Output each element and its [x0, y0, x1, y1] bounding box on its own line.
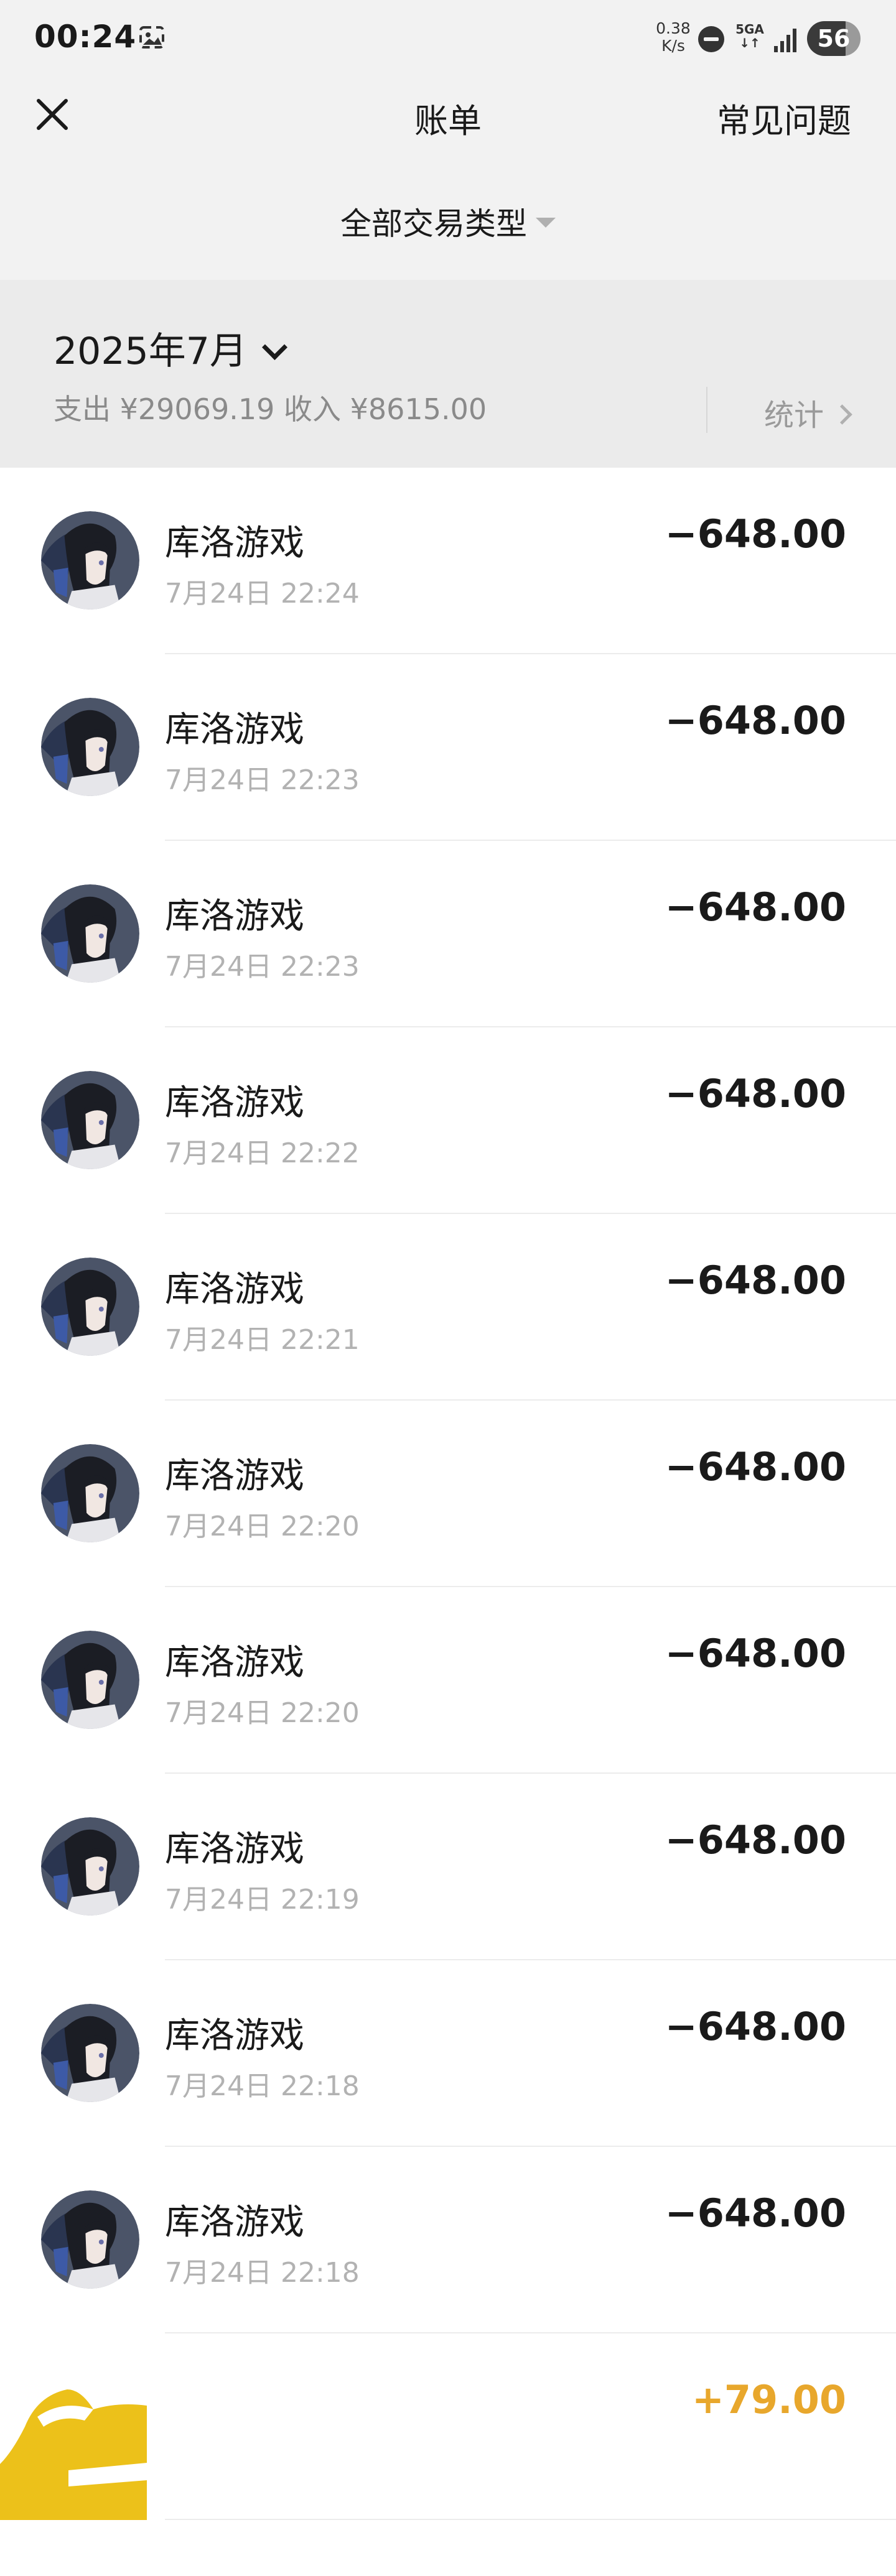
merchant-name: 库洛游戏 [165, 1083, 304, 1123]
transaction-amount: −648.00 [665, 511, 846, 557]
transaction-row[interactable]: 库洛游戏 7月24日 22:23 −648.00 [0, 654, 896, 841]
page-title: 账单 [414, 101, 482, 141]
transaction-row[interactable]: 库洛游戏 7月24日 22:23 −648.00 [0, 841, 896, 1027]
row-divider [165, 2519, 896, 2520]
transaction-time: 7月24日 22:18 [165, 2257, 360, 2289]
transaction-amount: −648.00 [665, 1071, 846, 1116]
merchant-name: 库洛游戏 [165, 896, 304, 937]
transaction-time: 7月24日 22:20 [165, 1697, 360, 1729]
transaction-amount: −648.00 [665, 1631, 846, 1676]
faq-link[interactable]: 常见问题 [717, 93, 851, 142]
transaction-amount: −648.00 [665, 698, 846, 743]
transaction-row[interactable]: +79.00 [0, 2333, 896, 2520]
month-summary-text: 支出 ¥29069.19 收入 ¥8615.00 [54, 392, 487, 426]
signal-icon [774, 29, 796, 52]
transaction-time: 7月24日 22:24 [165, 578, 360, 609]
transaction-time: 7月24日 22:22 [165, 1137, 360, 1169]
network-speed-value: 0.38 [656, 19, 691, 37]
merchant-name: 库洛游戏 [165, 2016, 304, 2056]
merchant-name: 库洛游戏 [165, 1829, 304, 1869]
transaction-row[interactable]: 库洛游戏 7月24日 22:19 −648.00 [0, 1774, 896, 1960]
avatar-icon [41, 1258, 139, 1356]
caret-down-icon [536, 217, 556, 228]
merchant-name: 库洛游戏 [165, 710, 304, 750]
do-not-disturb-icon [698, 26, 724, 52]
transaction-list: 库洛游戏 7月24日 22:24 −648.00 库洛游戏 7月24日 22:2… [0, 468, 896, 2576]
avatar-icon [41, 698, 139, 796]
transaction-amount: −648.00 [665, 2004, 846, 2049]
transaction-amount: −648.00 [665, 2190, 846, 2236]
filter-label: 全部交易类型 [340, 206, 527, 242]
transaction-row[interactable]: 库洛游戏 7月24日 22:20 −648.00 [0, 1401, 896, 1587]
network-type: 5GA ↓↑ [734, 22, 765, 50]
avatar-icon [41, 1631, 139, 1729]
merchant-name: 库洛游戏 [165, 1456, 304, 1496]
summary-divider [706, 387, 707, 433]
network-type-label: 5GA [735, 22, 764, 37]
transaction-amount: −648.00 [665, 1444, 846, 1490]
transaction-amount: −648.00 [665, 1817, 846, 1863]
avatar-icon [41, 2004, 139, 2102]
transaction-row[interactable]: 库洛游戏 7月24日 22:21 −648.00 [0, 1214, 896, 1401]
transaction-time: 7月24日 22:23 [165, 764, 360, 796]
transaction-amount: +79.00 [691, 2377, 846, 2422]
stats-link[interactable]: 统计 [764, 391, 852, 434]
merchant-name: 库洛游戏 [165, 1642, 304, 1683]
transaction-amount: −648.00 [665, 1258, 846, 1303]
avatar-icon [41, 1071, 139, 1169]
battery-indicator: 56 [807, 21, 861, 56]
network-speed-unit: K/s [661, 37, 685, 55]
brand-logo-icon [0, 2389, 147, 2520]
transaction-amount: −648.00 [665, 884, 846, 930]
transaction-row[interactable]: 库洛游戏 7月24日 22:24 −648.00 [0, 468, 896, 654]
header: 账单 常见问题 全部交易类型 [0, 75, 896, 280]
transaction-type-filter[interactable]: 全部交易类型 [324, 199, 572, 242]
transaction-time: 7月24日 22:19 [165, 1884, 360, 1916]
chevron-right-icon [832, 404, 852, 425]
screenshot-icon [139, 26, 164, 49]
transaction-time: 7月24日 22:21 [165, 1324, 360, 1356]
close-icon[interactable] [32, 95, 72, 134]
month-label: 2025年7月 [54, 330, 247, 373]
merchant-name: 库洛游戏 [165, 2202, 304, 2243]
stats-label: 统计 [764, 398, 824, 433]
status-time: 00:24 [34, 19, 137, 55]
status-bar: 00:24 0.38 K/s 5GA ↓↑ 56 [0, 0, 896, 75]
transaction-row[interactable]: 库洛游戏 7月24日 22:22 −648.00 [0, 1027, 896, 1214]
avatar-icon [41, 1817, 139, 1916]
transaction-row[interactable]: 库洛游戏 7月24日 22:18 −648.00 [0, 1960, 896, 2147]
month-selector[interactable]: 2025年7月 [54, 321, 287, 375]
avatar-icon [41, 2190, 139, 2289]
chevron-down-icon [261, 334, 287, 361]
network-speed: 0.38 K/s [653, 20, 693, 55]
avatar-icon [41, 884, 139, 983]
month-summary-section: 2025年7月 支出 ¥29069.19 收入 ¥8615.00 统计 [0, 280, 896, 468]
transaction-time: 7月24日 22:23 [165, 951, 360, 983]
merchant-name: 库洛游戏 [165, 523, 304, 563]
network-activity-arrows: ↓↑ [739, 35, 760, 50]
transaction-time: 7月24日 22:20 [165, 1511, 360, 1542]
avatar-icon [41, 511, 139, 609]
transaction-row[interactable]: 库洛游戏 7月24日 22:20 −648.00 [0, 1587, 896, 1774]
transaction-time: 7月24日 22:18 [165, 2070, 360, 2102]
merchant-name: 库洛游戏 [165, 1269, 304, 1310]
transaction-row[interactable]: 库洛游戏 7月24日 22:18 −648.00 [0, 2147, 896, 2333]
avatar-icon [41, 1444, 139, 1542]
